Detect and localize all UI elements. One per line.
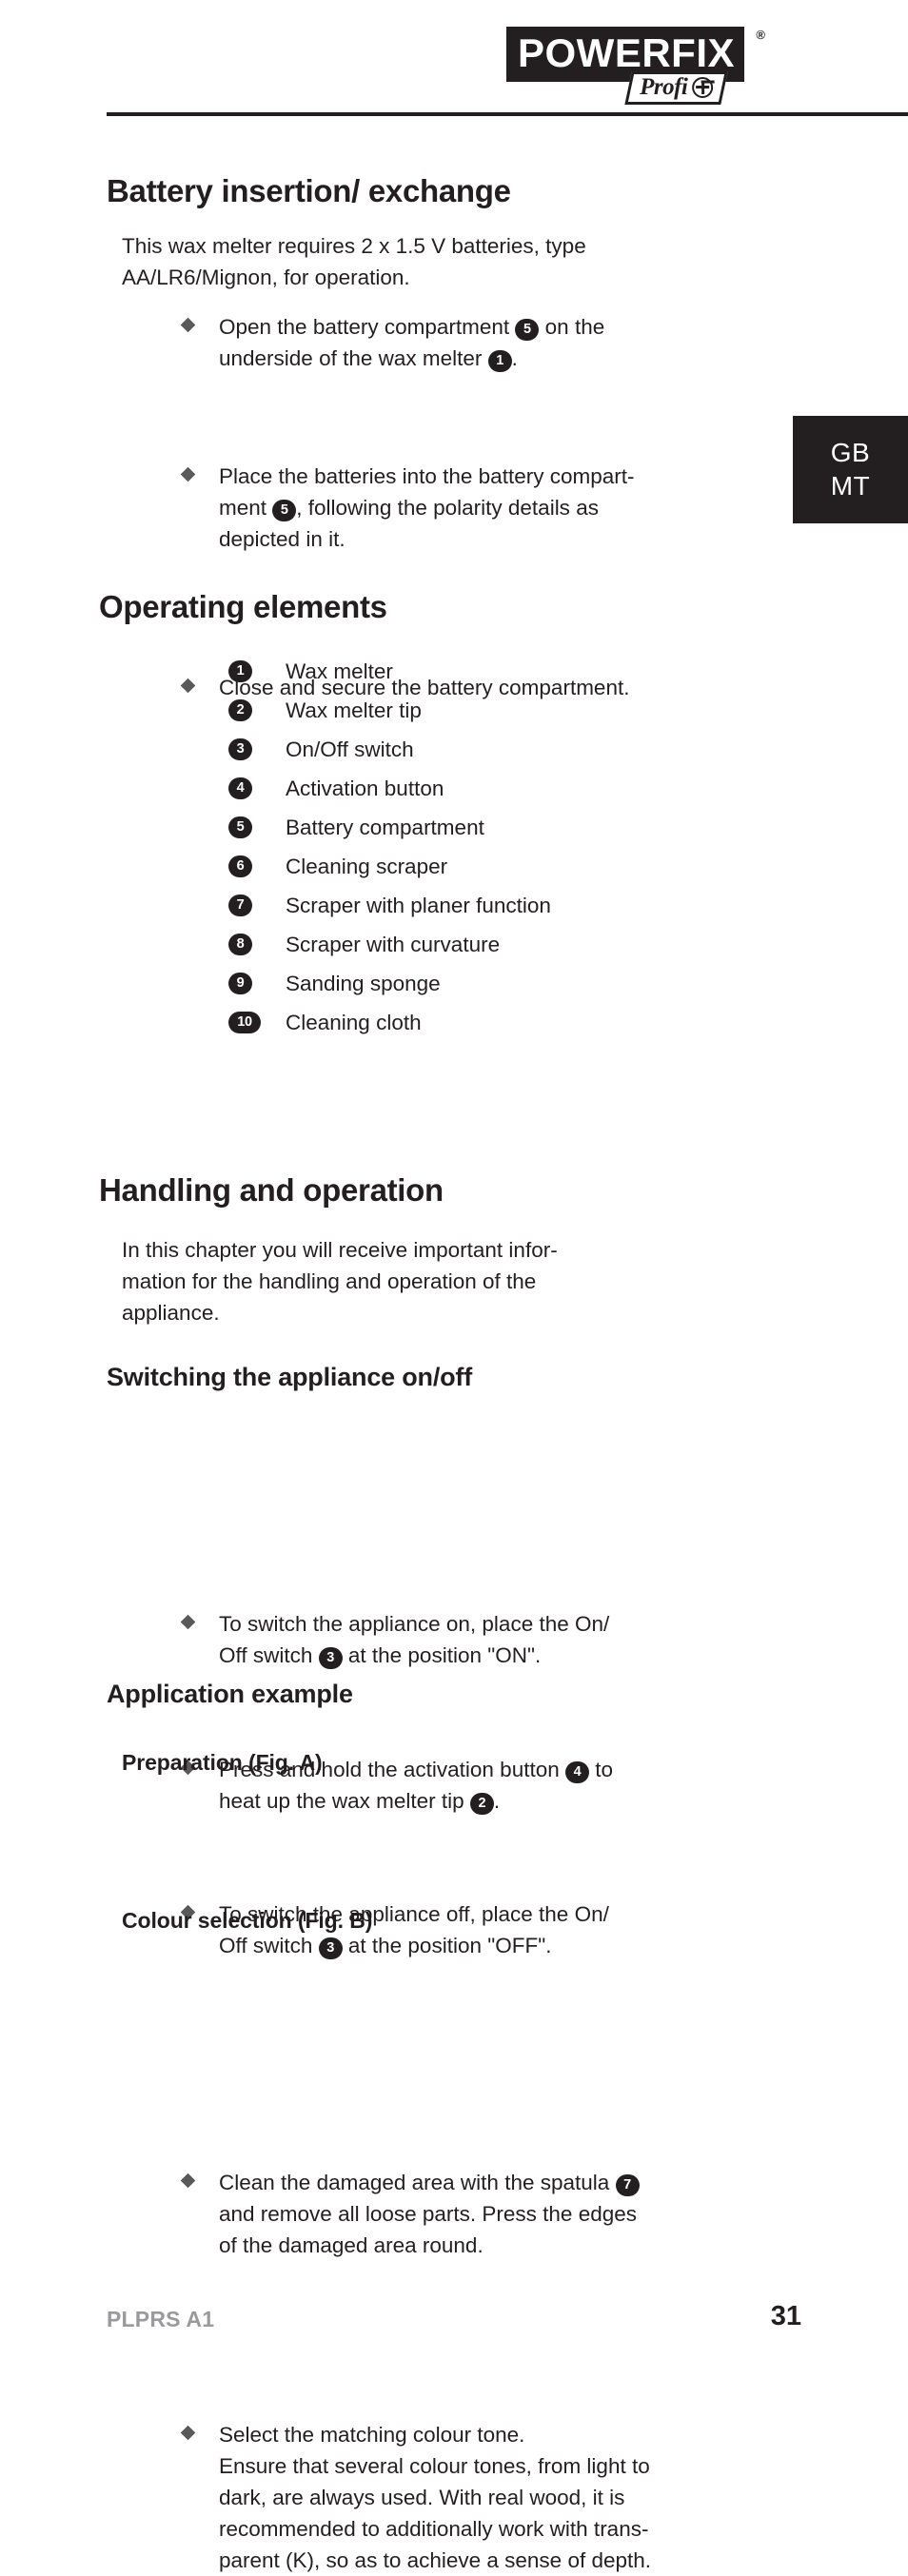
footer-page-number: 31: [770, 2301, 801, 2331]
preparation-line1-pre: Clean the damaged area with the spatula: [219, 2170, 616, 2194]
switching-bullet-2-line2-post: .: [493, 1788, 501, 1813]
profi-badge: Profi: [624, 71, 729, 106]
callout-badge-9: 9: [228, 973, 252, 994]
handling-intro-line-3: appliance.: [122, 1301, 220, 1326]
colour-bullet-1-text: Select the matching colour tone. Ensure …: [183, 2419, 763, 2576]
switching-bullet-3-line2-post: at the position "OFF".: [342, 1933, 552, 1957]
battery-intro-line-1: This wax melter requires 2 x 1.5 V batte…: [122, 234, 586, 258]
callout-badge-1: 1: [487, 350, 512, 373]
battery-bullet-2-text: Place the batteries into the battery com…: [183, 461, 735, 555]
footer-product-code: PLPRS A1: [107, 2307, 215, 2331]
battery-bullet-2: Place the batteries into the battery com…: [180, 461, 735, 555]
operating-element-label: Cleaning scraper: [286, 855, 448, 878]
colour-line1: Select the matching colour tone.: [219, 2422, 525, 2447]
battery-bullet-1-line1-pre: Open the battery compartment: [219, 315, 516, 339]
heading-colour-selection-fig-b: Colour selection (Fig. B): [122, 1908, 373, 1933]
callout-badge-4: 4: [228, 777, 252, 799]
battery-intro-paragraph: This wax melter requires 2 x 1.5 V batte…: [122, 230, 731, 293]
battery-bullet-3: Close and secure the battery compartment…: [180, 672, 735, 703]
language-tab-line-2: MT: [830, 470, 871, 501]
operating-element-label: Activation button: [286, 777, 444, 800]
heading-application-example: Application example: [107, 1680, 353, 1708]
switching-bullet-1-line2-pre: Off switch: [219, 1643, 319, 1668]
preparation-bullet-1-text: Clean the damaged area with the spatula …: [183, 2167, 754, 2261]
preparation-bullet-1: Clean the damaged area with the spatula …: [180, 2167, 754, 2261]
callout-badge-3: 3: [318, 1647, 343, 1670]
switching-bullet-2-line2-pre: heat up the wax melter tip: [219, 1788, 470, 1813]
battery-bullet-1-line2-post: .: [511, 346, 518, 371]
callout-badge-5: 5: [272, 500, 297, 522]
battery-bullet-2-line3: depicted in it.: [219, 527, 345, 552]
switching-bullet-1-line2-post: at the position "ON".: [342, 1643, 542, 1668]
callout-badge-2: 2: [469, 1792, 494, 1815]
battery-bullet-1-line2-pre: underside of the wax melter: [219, 346, 488, 371]
battery-bullet-1-text: Open the battery compartment 5 on the un…: [183, 311, 735, 374]
handling-intro-line-2: mation for the handling and operation of…: [122, 1269, 537, 1294]
header-divider: [107, 112, 908, 116]
battery-bullet-1: Open the battery compartment 5 on the un…: [180, 311, 735, 374]
profi-badge-label: Profi: [640, 74, 688, 100]
operating-element-label: Scraper with curvature: [286, 933, 501, 956]
callout-badge-5: 5: [228, 816, 252, 838]
operating-element-label: Sanding sponge: [286, 972, 441, 995]
switching-bullet-1-text: To switch the appliance on, place the On…: [183, 1608, 735, 1671]
callout-badge-7: 7: [228, 895, 252, 916]
battery-bullet-1-line1-post: on the: [539, 315, 605, 339]
callout-badge-6: 6: [228, 855, 252, 877]
switching-bullet-1: To switch the appliance on, place the On…: [180, 1608, 735, 1671]
battery-bullet-3-text: Close and secure the battery compartment…: [219, 676, 630, 700]
switching-bullet-3-line2-pre: Off switch: [219, 1933, 319, 1957]
operating-element-label: Scraper with planer function: [286, 894, 551, 917]
callout-badge-4: 4: [565, 1760, 589, 1783]
operating-element-label: Wax melter tip: [286, 698, 422, 722]
callout-badge-2: 2: [228, 699, 252, 721]
preparation-line3: of the damaged area round.: [219, 2232, 484, 2257]
preparation-line2: and remove all loose parts. Press the ed…: [219, 2201, 637, 2226]
plus-circle-icon: [692, 77, 713, 98]
handling-intro-line-1: In this chapter you will receive importa…: [122, 1238, 558, 1262]
battery-bullet-2-line1: Place the batteries into the battery com…: [219, 464, 635, 489]
language-tab: GB MT: [793, 416, 908, 523]
callout-badge-7: 7: [615, 2173, 640, 2196]
callout-badge-1: 1: [228, 660, 252, 682]
switching-bullet-2-line1-post: to: [589, 1757, 614, 1781]
language-tab-line-1: GB: [830, 438, 871, 468]
colour-line2: Ensure that several colour tones, from l…: [219, 2454, 650, 2478]
manual-page: POWERFIX ® Profi GB MT Battery insertion…: [0, 0, 908, 2572]
heading-switching-appliance: Switching the appliance on/off: [107, 1363, 473, 1391]
colour-bullet-1: Select the matching colour tone. Ensure …: [180, 2419, 763, 2576]
callout-badge-3: 3: [228, 738, 252, 760]
battery-bullet-2-line2-post: , following the polarity details as: [296, 496, 599, 521]
colour-line3: dark, are always used. With real wood, i…: [219, 2486, 625, 2510]
callout-badge-10: 10: [228, 1012, 261, 1033]
operating-element-label: Battery compartment: [286, 816, 484, 839]
operating-element-label: Wax melter: [286, 659, 393, 683]
operating-element-label: Cleaning cloth: [286, 1011, 422, 1034]
heading-battery-insertion: Battery insertion/ exchange: [107, 173, 511, 208]
powerfix-logo: POWERFIX ® Profi: [506, 27, 765, 106]
battery-bullet-2-line2-pre: ment: [219, 496, 273, 521]
registered-trademark-icon: ®: [756, 28, 765, 42]
colour-line5: parent (K), so as to achieve a sense of …: [219, 2548, 652, 2573]
heading-handling-operation: Handling and operation: [99, 1172, 444, 1208]
callout-badge-8: 8: [228, 934, 252, 955]
heading-operating-elements: Operating elements: [99, 589, 387, 624]
callout-badge-5: 5: [515, 319, 540, 341]
callout-badge-3: 3: [318, 1937, 343, 1959]
switching-bullet-1-line1: To switch the appliance on, place the On…: [219, 1612, 610, 1637]
colour-line4: recommended to additionally work with tr…: [219, 2517, 649, 2542]
page-header: POWERFIX ® Profi: [0, 0, 908, 124]
operating-element-label: On/Off switch: [286, 737, 414, 761]
handling-intro-paragraph: In this chapter you will receive importa…: [122, 1234, 731, 1328]
battery-intro-line-2: AA/LR6/Mignon, for operation.: [122, 265, 410, 290]
heading-preparation-fig-a: Preparation (Fig. A): [122, 1750, 323, 1775]
